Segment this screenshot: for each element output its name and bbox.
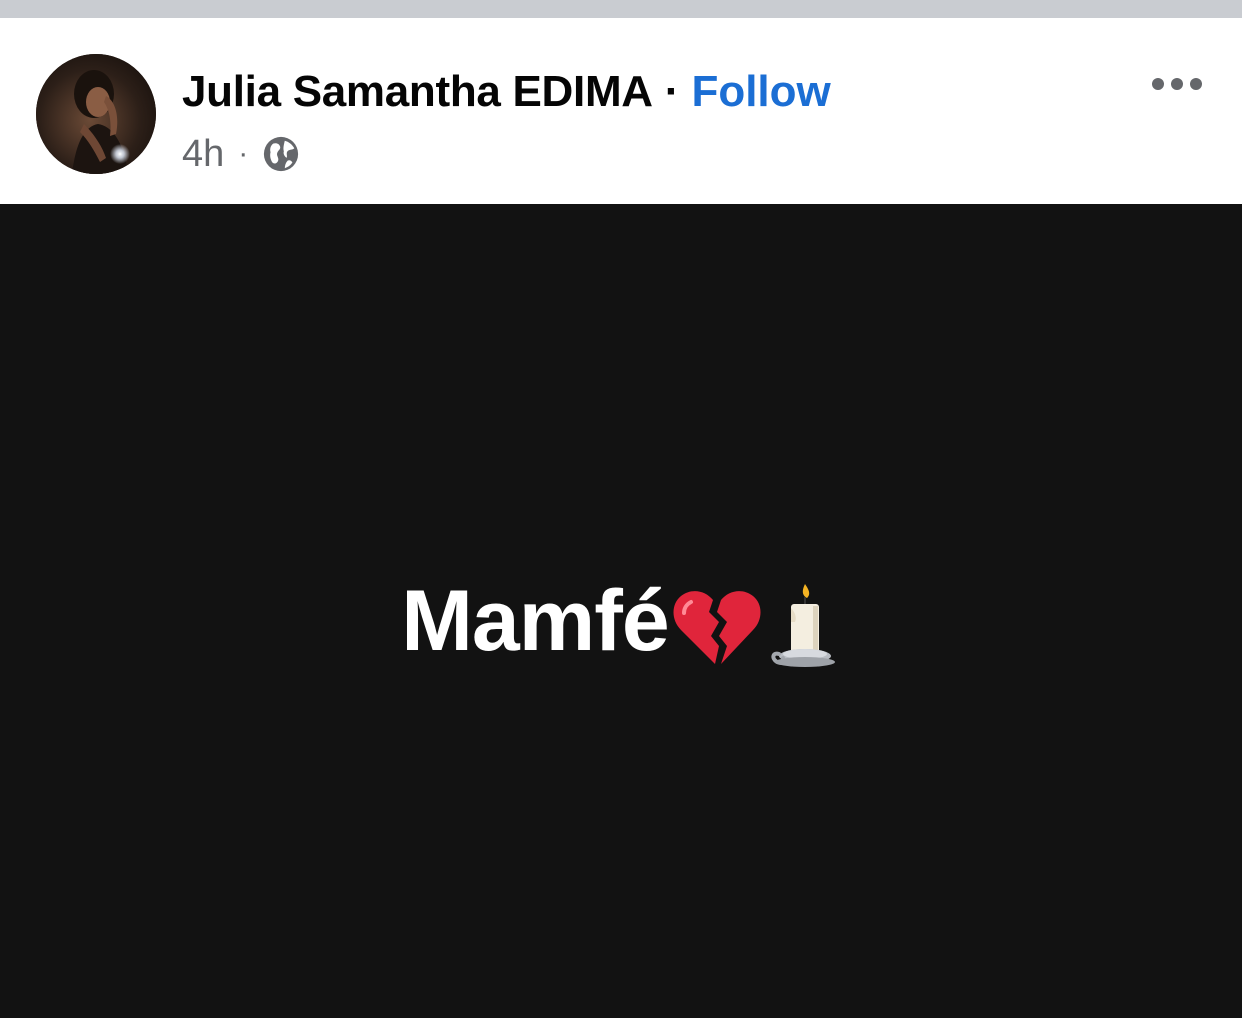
candle-icon <box>771 584 835 667</box>
author-line: Julia Samantha EDIMA · Follow <box>182 66 831 118</box>
follow-button[interactable]: Follow <box>691 67 830 117</box>
post-meta: 4h · <box>182 132 300 176</box>
author-name[interactable]: Julia Samantha EDIMA <box>182 67 653 117</box>
meta-separator: · <box>238 137 249 170</box>
more-dot <box>1190 78 1202 90</box>
top-divider <box>0 0 1242 18</box>
post-text: Mamfé <box>0 573 1242 669</box>
post-content[interactable]: Mamfé <box>0 204 1242 1018</box>
more-dot <box>1152 78 1164 90</box>
name-separator: · <box>664 67 680 116</box>
broken-heart-icon <box>673 591 761 664</box>
more-options-icon[interactable] <box>1146 68 1208 100</box>
post-text-word: Mamfé <box>401 573 669 669</box>
avatar[interactable] <box>36 54 156 174</box>
post-header: Julia Samantha EDIMA · Follow 4h · <box>0 18 1242 204</box>
globe-icon[interactable] <box>262 135 300 173</box>
post-timestamp[interactable]: 4h <box>182 133 224 176</box>
avatar-photo <box>36 54 156 174</box>
more-dot <box>1171 78 1183 90</box>
